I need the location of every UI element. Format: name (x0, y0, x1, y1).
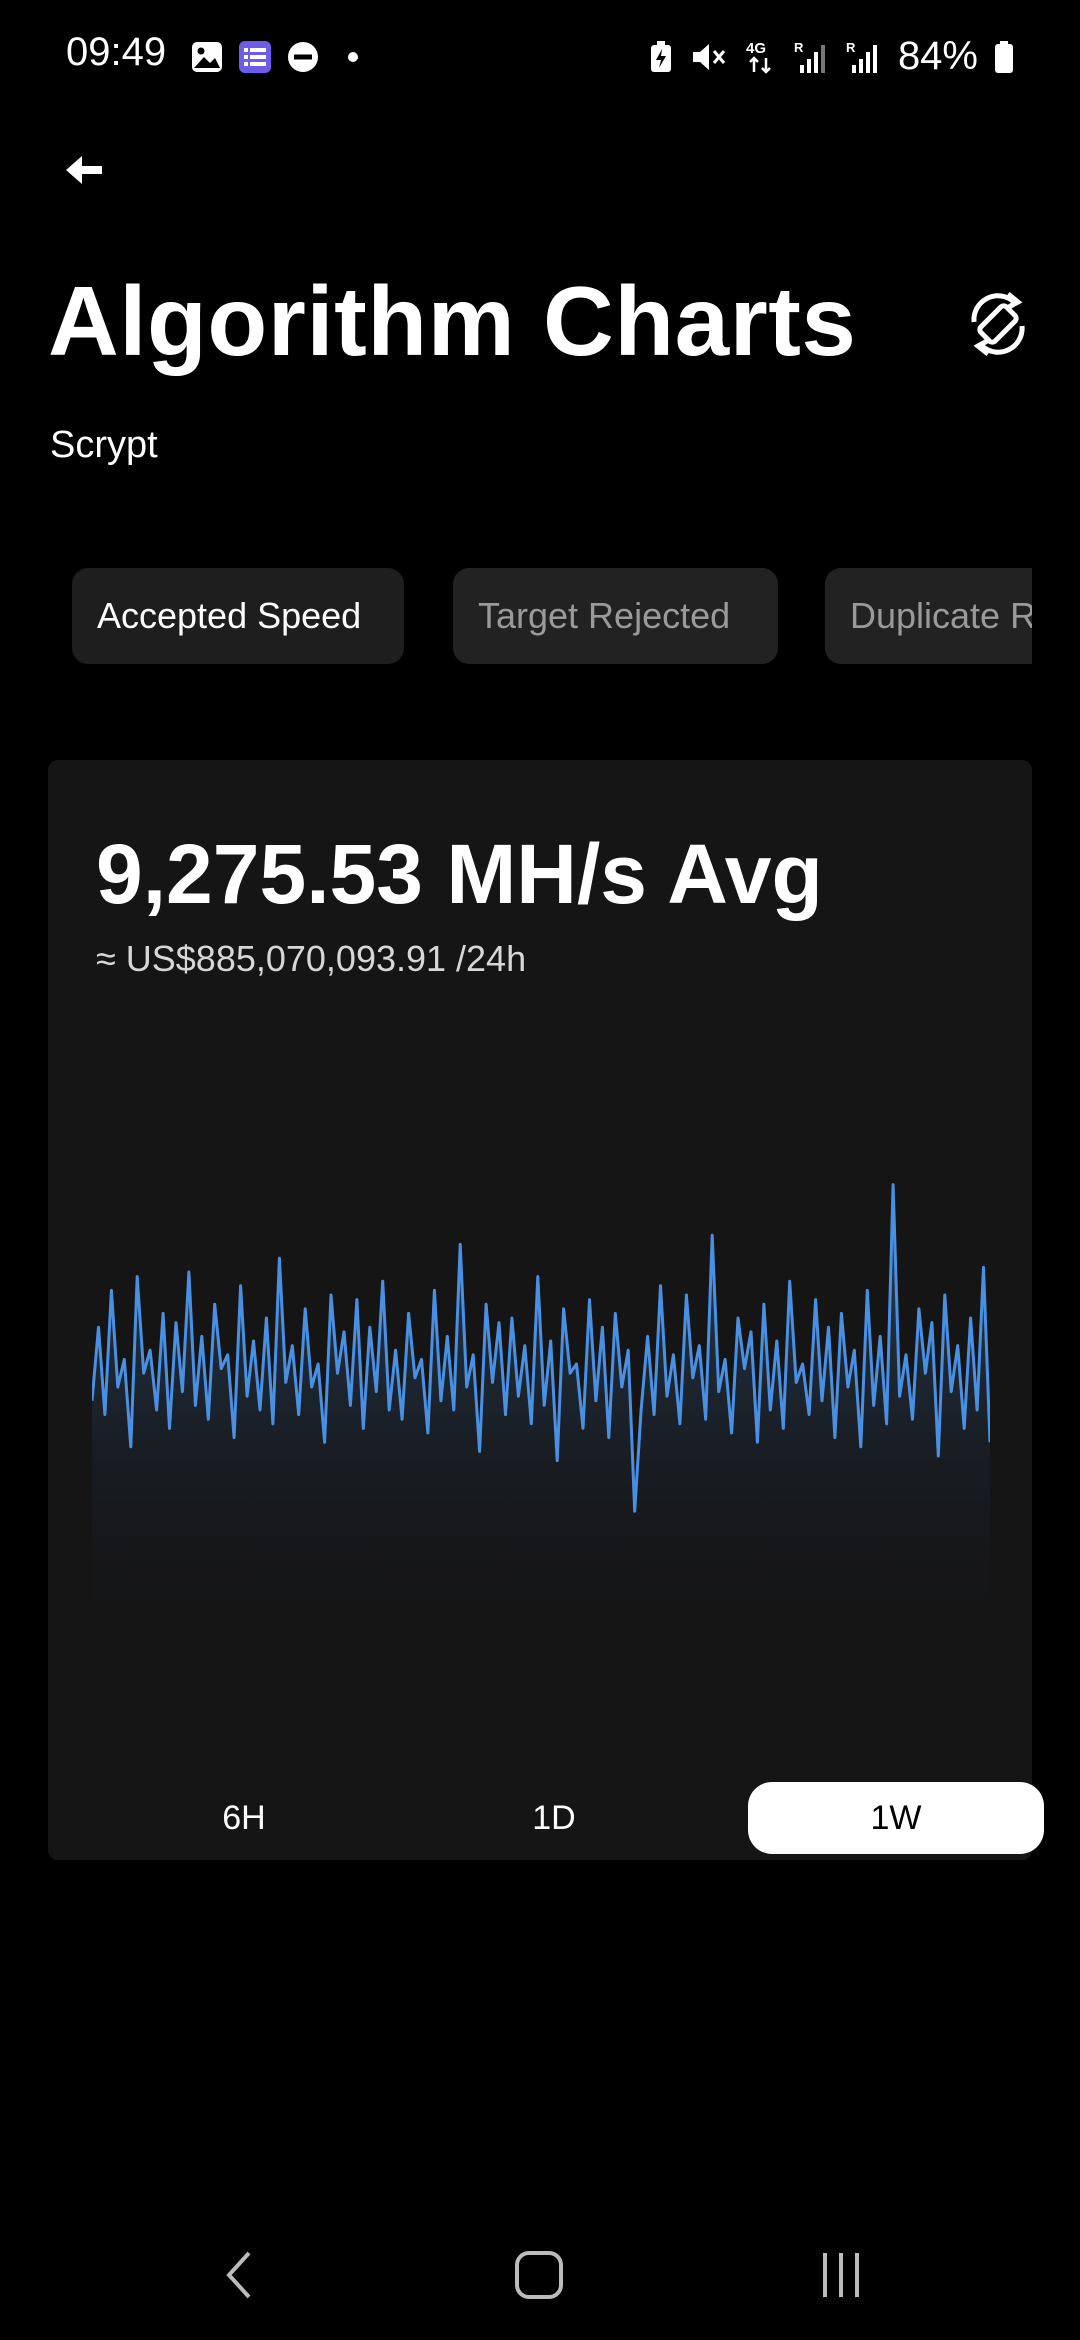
time-range-selector: 6H 1D 1W (96, 1782, 1048, 1854)
nav-home-button[interactable] (494, 2230, 584, 2320)
tab-target-rejected[interactable]: Target Rejected (453, 568, 778, 664)
back-button[interactable] (56, 140, 116, 200)
speed-chart (92, 1183, 990, 1640)
home-nav-icon (515, 2251, 563, 2299)
range-6h-button[interactable]: 6H (96, 1782, 392, 1854)
status-time: 09:49 (66, 30, 167, 74)
back-arrow-icon (66, 156, 102, 184)
notification-dot-icon (348, 52, 358, 62)
battery-saver-icon (650, 40, 671, 72)
status-right-icons: 4G R R 84% (648, 34, 1014, 79)
battery-icon (995, 40, 1013, 73)
signal-icon: R (794, 40, 825, 73)
back-nav-icon (226, 2251, 251, 2299)
chart-card: 9,275.53 MH/s Avg ≈ US$885,070,093.91 /2… (48, 760, 1044, 1860)
range-1w-button[interactable]: 1W (748, 1782, 1044, 1854)
svg-text:R: R (846, 40, 856, 55)
system-nav-bar (0, 2220, 1080, 2340)
status-bar: 09:49 4G R R 84% (0, 0, 1080, 112)
gallery-icon (192, 42, 222, 72)
do-not-disturb-icon (288, 42, 318, 72)
tab-duplicate-rejected[interactable]: Duplicate R (825, 568, 1032, 664)
average-speed: 9,275.53 MH/s Avg (96, 827, 823, 921)
battery-percent: 84% (897, 34, 978, 78)
svg-text:4G: 4G (746, 40, 766, 57)
algorithm-name: Scrypt (50, 424, 158, 466)
list-app-icon (239, 41, 271, 73)
4g-data-icon: 4G (746, 40, 771, 74)
metric-tabs: Accepted Speed Target Rejected Duplicate… (72, 568, 1032, 664)
chart-area (92, 1184, 990, 1640)
status-left-icons (190, 40, 358, 74)
page-title: Algorithm Charts (48, 266, 857, 376)
screen-rotation-icon (971, 292, 1025, 356)
mute-icon (692, 43, 726, 70)
recents-nav-icon (823, 2253, 859, 2297)
nav-back-button[interactable] (194, 2230, 284, 2320)
rotate-screen-button[interactable] (960, 286, 1036, 362)
range-1d-button[interactable]: 1D (406, 1782, 702, 1854)
usd-estimate: ≈ US$885,070,093.91 /24h (96, 938, 527, 979)
svg-text:R: R (794, 40, 804, 55)
screen: 09:49 4G R R 84% Algorithm Charts Scrypt… (0, 0, 1080, 2340)
signal-icon: R (846, 40, 877, 73)
tab-accepted-speed[interactable]: Accepted Speed (72, 568, 404, 664)
nav-recents-button[interactable] (796, 2230, 886, 2320)
